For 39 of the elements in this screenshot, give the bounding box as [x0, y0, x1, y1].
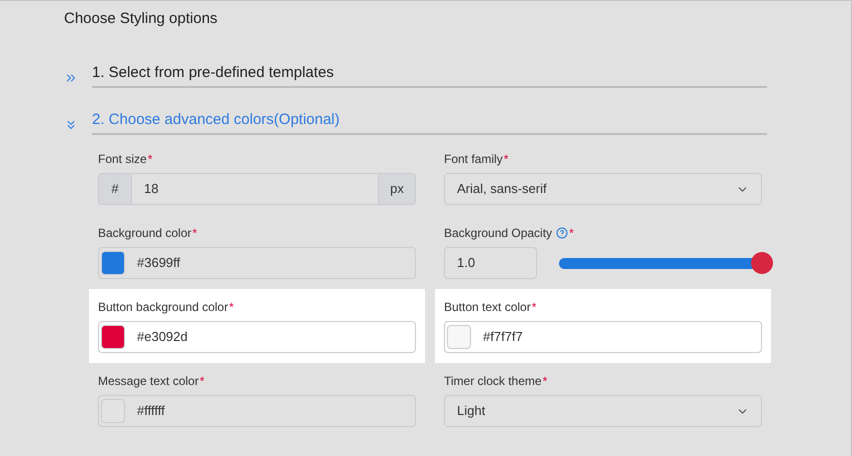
- color-field[interactable]: #3699ff: [98, 247, 416, 279]
- required-mark: *: [542, 373, 548, 390]
- color-swatch[interactable]: [101, 251, 125, 275]
- suffix-label: px: [378, 174, 415, 204]
- opacity-field[interactable]: 1.0: [444, 247, 537, 279]
- help-icon[interactable]: [556, 227, 568, 239]
- section-header[interactable]: 1. Select from pre-defined templates: [92, 60, 767, 88]
- number-field[interactable]: # 18 px: [98, 173, 416, 205]
- required-mark: *: [192, 225, 198, 242]
- field-label: Background Opacity: [444, 225, 552, 242]
- required-mark: *: [200, 373, 204, 390]
- required-mark: *: [148, 151, 152, 168]
- color-swatch[interactable]: [447, 325, 471, 349]
- number-value: 18: [143, 180, 160, 198]
- prefix-label: #: [99, 174, 132, 204]
- field-label: Background color: [98, 225, 192, 242]
- field-label: Font family: [444, 151, 503, 168]
- color-field[interactable]: #e3092d: [98, 321, 416, 353]
- color-field[interactable]: #ffffff: [98, 395, 416, 427]
- color-value: #f7f7f7: [483, 328, 523, 346]
- color-value: #e3092d: [137, 328, 188, 346]
- page-title: Choose Styling options: [64, 9, 218, 29]
- required-mark: *: [504, 151, 508, 168]
- opacity-slider[interactable]: [559, 252, 773, 274]
- field-label: Button text color: [444, 299, 531, 316]
- field-label: Font size: [98, 151, 147, 168]
- field-label: Message text color: [98, 373, 199, 390]
- color-swatch[interactable]: [101, 399, 125, 423]
- color-swatch[interactable]: [101, 325, 125, 349]
- field-label: Button background color: [98, 299, 228, 316]
- required-mark: *: [229, 299, 234, 316]
- required-mark: *: [532, 299, 536, 316]
- color-value: #3699ff: [137, 254, 180, 272]
- select-field[interactable]: Arial, sans-serif: [444, 173, 762, 205]
- color-value: #ffffff: [137, 402, 165, 420]
- required-mark: *: [569, 225, 574, 242]
- color-field[interactable]: #f7f7f7: [444, 321, 762, 353]
- select-field[interactable]: Light: [444, 395, 762, 427]
- field-label: Timer clock theme: [444, 373, 542, 390]
